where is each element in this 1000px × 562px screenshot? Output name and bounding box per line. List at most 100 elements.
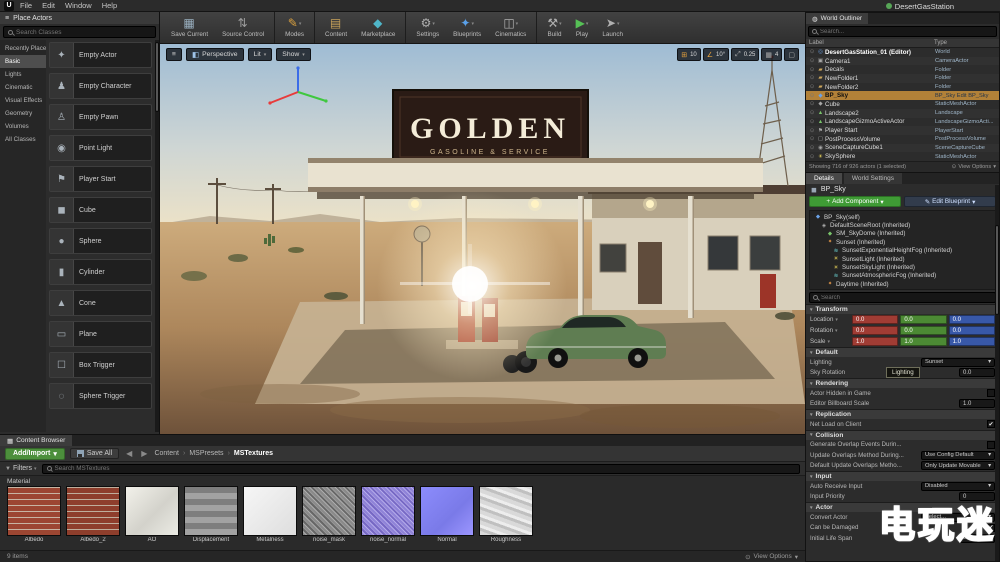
outliner-row[interactable]: ⊙ ▰ Decals Folder [806,65,999,74]
placeable-actor-item[interactable]: ♟ Empty Character [49,73,152,99]
content-view-options[interactable]: ⊙ View Options ▾ [745,553,798,561]
overlaps-method-dropdown[interactable]: Use Config Default▾ [921,451,995,460]
sky-rotation-input[interactable]: 0.0 [959,368,995,377]
component-row[interactable]: ✦ Daytime (Inherited) [810,280,995,288]
axis-y-input[interactable]: 0.0 [900,326,946,335]
placeable-actor-item[interactable]: ◼ Cube [49,197,152,223]
perspective-button[interactable]: ◧ Perspective [186,48,244,61]
asset-tile[interactable]: AO [125,486,179,543]
category-tab[interactable]: Visual Effects [0,94,46,107]
component-row[interactable]: ≋ SunsetExponentialHeightFog (Inherited) [810,247,995,255]
placeable-actor-item[interactable]: ▲ Cone [49,290,152,316]
toolbar-button[interactable]: ✎ ▾ Modes [274,12,311,43]
asset-tile[interactable]: Normal [420,486,474,543]
component-row[interactable]: ≋ SunsetAtmosphericFog (Inherited) [810,272,995,280]
outliner-row[interactable]: ⊙ ▰ NewFolder2 Folder [806,83,999,92]
show-flags-button[interactable]: Show ▾ [276,48,311,61]
placeable-actor-item[interactable]: ◉ Point Light [49,135,152,161]
visibility-icon[interactable]: ⊙ [808,58,816,64]
outliner-row[interactable]: ⊙ ▢ PostProcessVolume PostProcessVolume [806,135,999,144]
asset-tile[interactable]: Displacement [184,486,238,543]
component-row[interactable]: ☀ SunsetSkyLight (Inherited) [810,263,995,271]
placeable-actor-item[interactable]: ◌ Sphere Trigger [49,383,152,409]
menu-item[interactable]: File [20,1,32,10]
transform-label[interactable]: Scale [810,338,825,345]
lighting-dropdown[interactable]: Sunset▾ [921,358,995,367]
tab-world-outliner[interactable]: ◍ World Outliner [806,13,868,24]
axis-z-input[interactable]: 0.0 [949,326,995,335]
asset-tile[interactable]: noise_mask [302,486,356,543]
toolbar-button[interactable]: ⚙ ▾ Settings [405,12,446,43]
axis-x-input[interactable]: 0.0 [852,315,898,324]
category-tab[interactable]: Cinematic [0,81,46,94]
placeable-actor-item[interactable]: ⚑ Player Start [49,166,152,192]
checkbox[interactable] [987,389,995,397]
toolbar-button[interactable]: ⇅ Source Control [215,12,271,43]
outliner-row[interactable]: ⊙ ☀ SkySphere StaticMeshActor [806,152,999,161]
place-actors-search[interactable] [3,26,156,38]
details-search[interactable] [809,292,996,303]
category-tab[interactable]: Volumes [0,120,46,133]
toolbar-button[interactable]: ➤ ▾ Launch [595,12,630,43]
edit-blueprint-button[interactable]: ✎ Edit Blueprint ▾ [904,196,996,207]
visibility-icon[interactable]: ⊙ [808,128,816,134]
checkbox[interactable]: ✔ [987,420,995,428]
axis-z-input[interactable]: 0.0 [949,315,995,324]
billboard-scale-input[interactable]: 1.0 [959,399,995,408]
details-search-input[interactable] [821,295,992,301]
snap-setting-chip[interactable]: ⊞ 10 [677,48,701,61]
category-tab[interactable]: Recently Placed [0,42,46,55]
placeable-actor-item[interactable]: ▮ Cylinder [49,259,152,285]
component-row[interactable]: ◆ SM_SkyDome (Inherited) [810,230,995,238]
scrollbar[interactable] [155,40,159,432]
axis-y-input[interactable]: 0.0 [900,315,946,324]
snap-setting-chip[interactable]: ⤢ 0.25 [731,48,759,61]
toolbar-button[interactable]: ◫ ▾ Cinematics [488,12,533,43]
toolbar-button[interactable]: ▶ ▾ Play [569,12,596,43]
snap-setting-chip[interactable]: ∠ 10° [703,48,729,61]
visibility-icon[interactable]: ⊙ [808,154,816,160]
filters-button[interactable]: ▼ Filters ▾ [5,465,37,472]
toolbar-button[interactable]: ◆ Marketplace [354,12,402,43]
asset-tile[interactable]: Roughness [479,486,533,543]
visibility-icon[interactable]: ⊙ [808,75,816,81]
asset-tile[interactable]: noise_normal [361,486,415,543]
outliner-search-input[interactable] [820,29,993,35]
visibility-icon[interactable]: ⊙ [808,67,816,73]
axis-x-input[interactable]: 0.0 [852,326,898,335]
section-rendering[interactable]: ▾ Rendering [806,378,999,388]
snap-setting-chip[interactable]: ▦ 4 [761,48,782,61]
add-component-button[interactable]: + Add Component ▾ [809,196,901,207]
asset-tile[interactable]: Metalness [243,486,297,543]
axis-z-input[interactable]: 1.0 [949,337,995,346]
toolbar-button[interactable]: ⚒ ▾ Build [536,12,568,43]
component-row[interactable]: ◈ DefaultSceneRoot (Inherited) [810,221,995,229]
category-tab[interactable]: Geometry [0,107,46,120]
visibility-icon[interactable]: ⊙ [808,101,816,107]
viewport-options-button[interactable]: ≡ [166,48,182,61]
visibility-icon[interactable]: ⊙ [808,145,816,151]
auto-receive-input-dropdown[interactable]: Disabled▾ [921,482,995,491]
lit-mode-button[interactable]: Lit ▾ [248,48,273,61]
outliner-search[interactable] [808,26,997,37]
section-collision[interactable]: ▾ Collision [806,430,999,440]
category-tab[interactable]: Lights [0,68,46,81]
tab-world-settings[interactable]: World Settings [844,173,902,184]
toolbar-button[interactable]: ✦ ▾ Blueprints [446,12,488,43]
outliner-view-options[interactable]: ⊙ View Options ▾ [952,164,996,170]
visibility-icon[interactable]: ⊙ [808,93,816,99]
toolbar-button[interactable]: ▦ Save Current [164,12,215,43]
outliner-row[interactable]: ⊙ ▲ Landscape2 Landscape [806,109,999,118]
default-overlaps-dropdown[interactable]: Only Update Movable▾ [921,461,995,470]
axis-y-input[interactable]: 1.0 [900,337,946,346]
back-button[interactable]: ◀ [124,449,134,458]
outliner-row[interactable]: ⊙ ⚑ Player Start PlayerStart [806,126,999,135]
transform-label[interactable]: Location [810,316,833,323]
placeable-actor-item[interactable]: ✦ Empty Actor [49,42,152,68]
visibility-icon[interactable]: ⊙ [808,119,816,125]
section-input[interactable]: ▾ Input [806,471,999,481]
visibility-icon[interactable]: ⊙ [808,136,816,142]
menu-item[interactable]: Edit [42,1,55,10]
component-row[interactable]: ✦ Sunset (Inherited) [810,238,995,246]
component-row[interactable]: ◆ BP_Sky(self) [810,213,995,221]
